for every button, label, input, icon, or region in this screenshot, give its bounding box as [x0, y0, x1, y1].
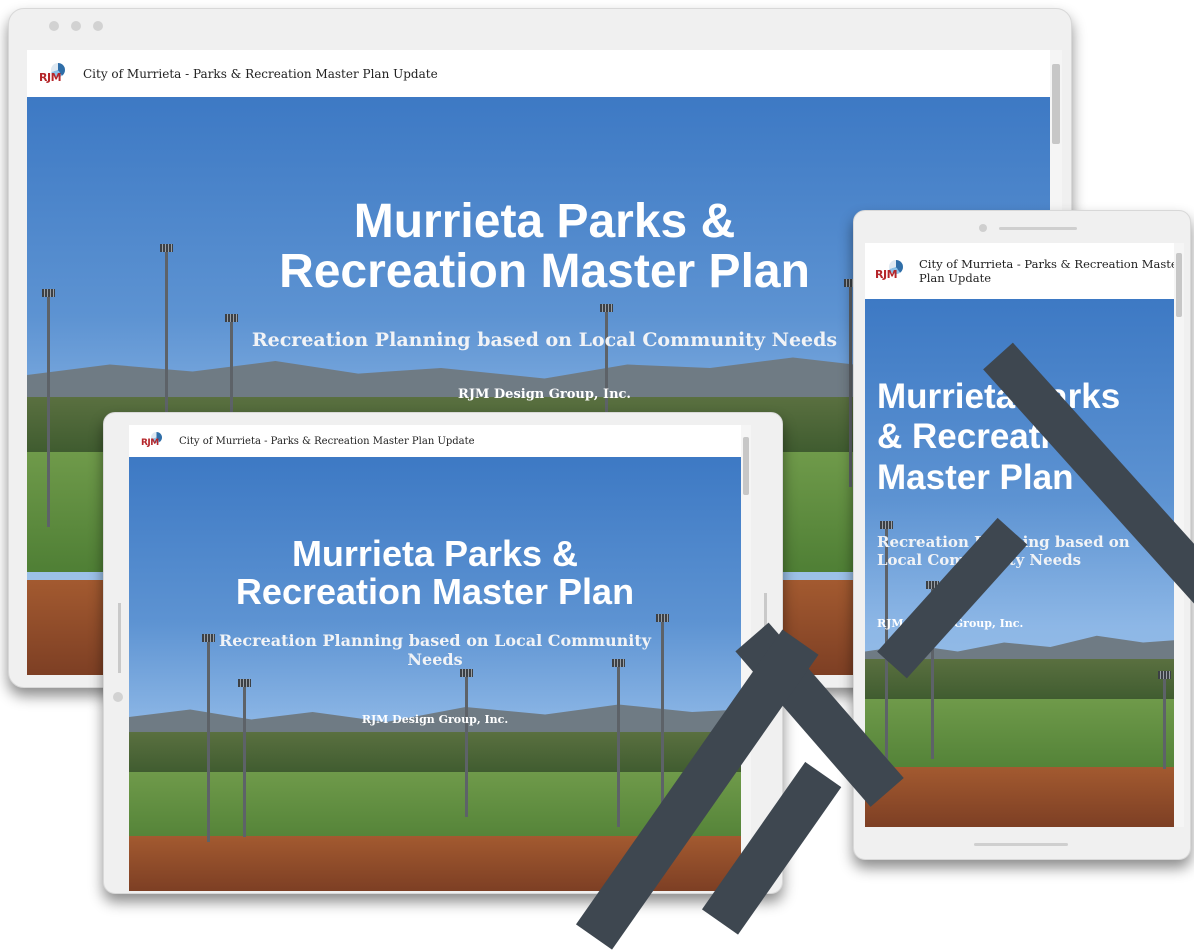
site-title-line-1: City of Murrieta - Parks & Recreation Ma…: [919, 256, 1184, 271]
window-dot-1: [49, 21, 59, 31]
hero-subtitle-line-1: Recreation Planning based on Local Commu…: [218, 631, 652, 650]
window-dot-3: [93, 21, 103, 31]
rjm-logo[interactable]: RJM: [39, 62, 71, 85]
scrollbar-thumb[interactable]: [1176, 253, 1182, 317]
tablet-side-button: [118, 603, 121, 673]
logo-text: RJM: [39, 70, 62, 84]
light-pole: [238, 679, 251, 837]
site-header: RJM City of Murrieta - Parks & Recreatio…: [865, 243, 1184, 299]
hero-title-line-1: Murrieta Parks &: [291, 533, 579, 574]
window-dot-2: [71, 21, 81, 31]
light-pole: [202, 634, 215, 842]
hero-brush: [865, 767, 1174, 827]
scrollbar-thumb[interactable]: [743, 437, 749, 495]
site-title[interactable]: City of Murrieta - Parks & Recreation Ma…: [179, 436, 475, 447]
hero-title-line-2: Recreation Master Plan: [235, 570, 635, 612]
scrollbar-thumb[interactable]: [1052, 64, 1060, 144]
logo-text: RJM: [141, 438, 159, 448]
site-header: RJM City of Murrieta - Parks & Recreatio…: [129, 425, 751, 457]
tablet-home-button[interactable]: [113, 692, 123, 702]
phone-home-bar[interactable]: [974, 843, 1068, 846]
hero-subtitle-line-2: Needs: [407, 650, 463, 669]
rjm-logo[interactable]: RJM: [875, 260, 909, 282]
phone-speaker: [999, 227, 1077, 230]
logo-text: RJM: [875, 268, 898, 281]
hero-trees: [129, 732, 741, 777]
site-title[interactable]: City of Murrieta - Parks & Recreation Ma…: [83, 67, 438, 81]
light-pole: [612, 659, 625, 827]
light-pole: [460, 669, 473, 817]
hero-subtitle-line-2: Local Community Needs: [877, 551, 1082, 569]
hero-title-line-2: & Recreation: [877, 417, 1093, 457]
site-header: RJM City of Murrieta - Parks & Recreatio…: [27, 50, 1062, 97]
phone-camera: [979, 224, 987, 232]
rjm-logo[interactable]: RJM: [141, 432, 169, 450]
site-title-line-2: Plan Update: [919, 271, 992, 285]
site-title[interactable]: City of Murrieta - Parks & Recreation Ma…: [919, 257, 1183, 286]
hero-title: Murrieta Parks & Recreation Master Plan: [279, 195, 810, 299]
light-pole: [1158, 671, 1171, 769]
hero-company: RJM Design Group, Inc.: [361, 713, 509, 726]
